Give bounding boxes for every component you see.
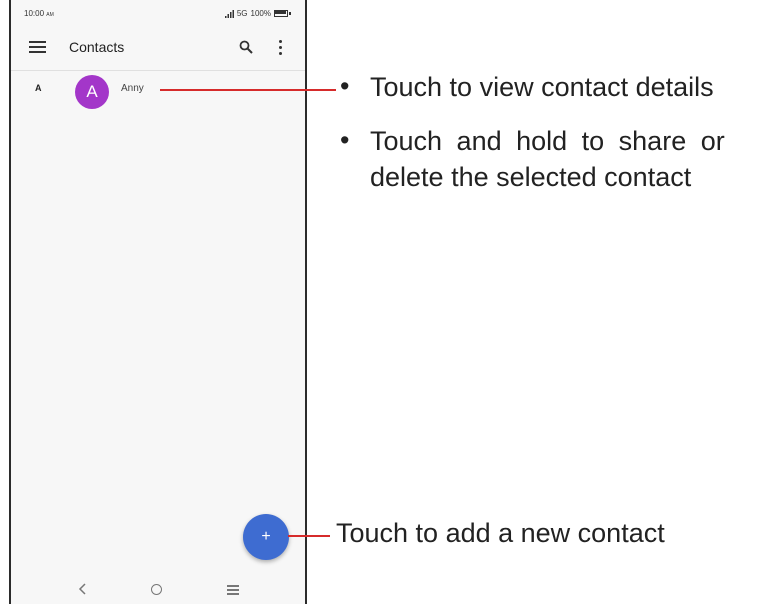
app-bar: Contacts — [11, 26, 305, 71]
callout-add-contact: Touch to add a new contact — [336, 518, 665, 548]
fab-callout-line — [288, 535, 330, 537]
search-icon[interactable] — [239, 40, 253, 54]
contact-callout-line — [160, 89, 336, 91]
page-title: Contacts — [69, 39, 125, 55]
status-indicators: 5G 100% — [224, 9, 291, 18]
bullet-icon: • — [340, 125, 350, 155]
battery-icon — [274, 10, 291, 17]
recents-icon[interactable] — [227, 584, 239, 595]
callout-view-details: Touch to view contact details — [370, 72, 714, 102]
contact-name: Anny — [121, 83, 144, 94]
status-time-suffix: AM — [46, 12, 54, 18]
status-time: 10:00 AM — [24, 9, 54, 18]
avatar: A — [75, 75, 109, 109]
back-icon[interactable] — [77, 582, 89, 596]
hamburger-menu-icon[interactable] — [29, 40, 46, 54]
home-circle-icon[interactable] — [151, 584, 162, 595]
add-contact-button[interactable]: + — [243, 514, 289, 560]
status-bar: 10:00 AM 5G 100% — [11, 0, 305, 22]
callout-hold-delete: delete the selected contact — [370, 162, 692, 192]
system-nav-bar — [11, 574, 305, 604]
status-time-value: 10:00 — [24, 9, 45, 18]
callout-hold-share: Touch and hold to share or — [370, 126, 725, 156]
signal-icon — [224, 9, 234, 18]
battery-percent: 100% — [250, 9, 271, 18]
section-letter: A — [35, 83, 42, 93]
network-type: 5G — [236, 9, 248, 18]
bullet-icon: • — [340, 71, 350, 101]
more-vertical-icon[interactable] — [275, 39, 285, 55]
